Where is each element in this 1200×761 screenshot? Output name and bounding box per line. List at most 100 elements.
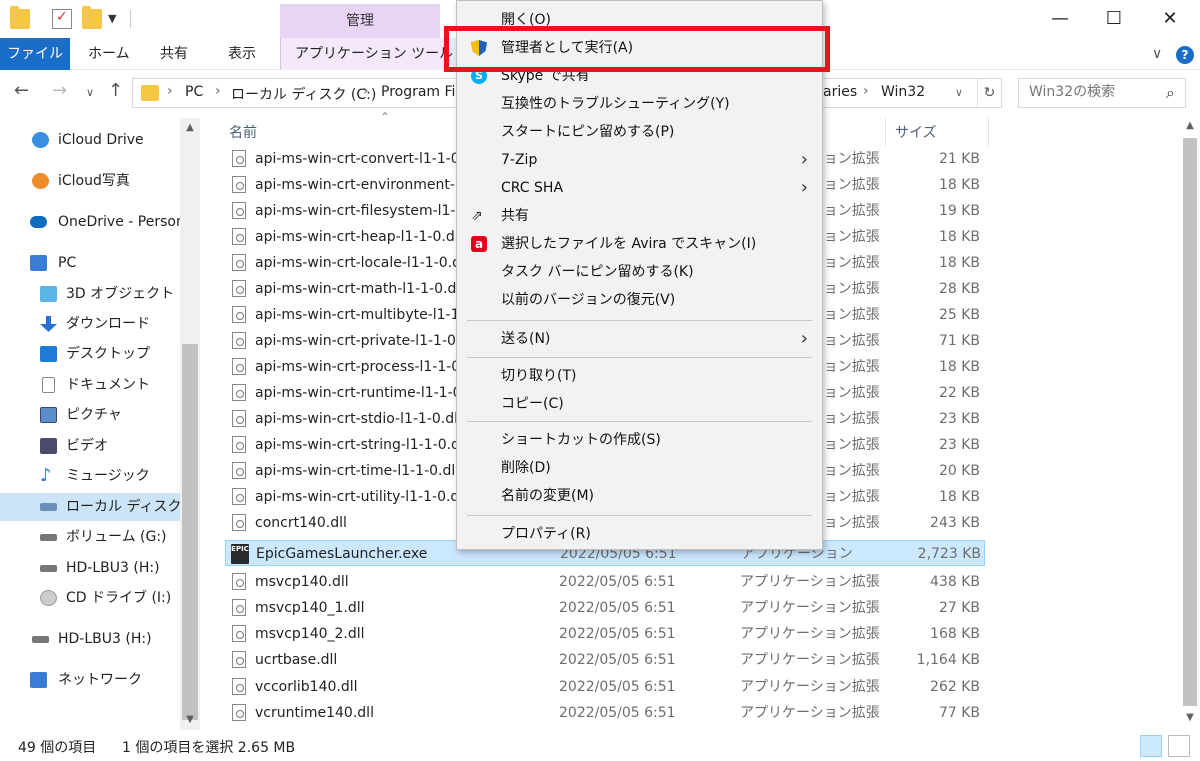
maximize-button[interactable]: ☐ [1086, 0, 1142, 38]
ribbon-collapse-icon[interactable]: ∨ [1152, 46, 1162, 62]
file-size: 2,723 KB [917, 546, 981, 562]
sidebar-item-icloud-photos[interactable]: iCloud写真 [0, 167, 180, 195]
download-icon [40, 316, 57, 332]
chevron-right-icon: › [167, 83, 173, 99]
scroll-up-icon[interactable]: ▲ [1180, 116, 1200, 136]
menu-item[interactable]: スタートにピン留めする(P) [457, 118, 822, 146]
tab-share[interactable]: 共有 [146, 38, 202, 70]
details-view-icon[interactable] [1140, 735, 1162, 757]
dll-file-icon [232, 150, 246, 167]
forward-arrow-icon[interactable]: → [52, 80, 67, 101]
search-box[interactable]: ⌕ [1018, 78, 1186, 108]
menu-item-label: ショートカットの作成(S) [501, 432, 661, 448]
dll-file-icon [232, 358, 246, 375]
recent-locations-icon[interactable]: ∨ [86, 86, 94, 99]
sidebar-item-downloads[interactable]: ダウンロード [0, 310, 180, 338]
file-list-scrollbar[interactable]: ▲ ▼ [1180, 114, 1200, 730]
table-row[interactable]: msvcp140_2.dll 2022/05/05 6:51 アプリケーション拡張 1… [225, 621, 985, 647]
scroll-up-icon[interactable]: ▲ [180, 118, 200, 138]
menu-item[interactable]: プロパティ(R) [457, 520, 822, 548]
table-row[interactable]: msvcp140_1.dll 2022/05/05 6:51 アプリケーション拡張 2… [225, 595, 985, 621]
column-header-name[interactable]: 名前 [229, 122, 257, 142]
sidebar-item-3d-objects[interactable]: 3D オブジェクト [0, 280, 180, 308]
breadcrumb-program-files[interactable]: Program Fi [381, 84, 455, 100]
table-row[interactable]: msvcp140.dll 2022/05/05 6:51 アプリケーション拡張 438… [225, 569, 985, 595]
file-size: 18 KB [938, 177, 980, 193]
sidebar-item-icloud-drive[interactable]: iCloud Drive [0, 126, 180, 154]
sidebar-item-local-disk-c[interactable]: ローカル ディスク (C [0, 493, 180, 521]
manage-tab[interactable]: 管理 [280, 4, 440, 38]
sidebar-item-desktop[interactable]: デスクトップ [0, 340, 180, 368]
menu-item[interactable]: 切り取り(T) [457, 362, 822, 390]
close-button[interactable]: ✕ [1142, 0, 1198, 38]
properties-icon[interactable] [52, 9, 72, 29]
tab-home[interactable]: ホーム [74, 38, 144, 70]
back-arrow-icon[interactable]: ← [14, 80, 29, 101]
menu-item[interactable]: 互換性のトラブルシューティング(Y) [457, 90, 822, 118]
large-icons-view-icon[interactable] [1168, 735, 1190, 757]
quick-access-dropdown-icon[interactable]: ▼ [108, 12, 116, 25]
file-size: 77 KB [938, 705, 980, 721]
menu-item[interactable]: 削除(D) [457, 454, 822, 482]
table-row[interactable]: vcruntime140.dll 2022/05/05 6:51 アプリケーション拡… [225, 700, 985, 726]
scroll-down-icon[interactable]: ▼ [1180, 708, 1200, 728]
table-row[interactable]: ucrtbase.dll 2022/05/05 6:51 アプリケーション拡張 1,1… [225, 647, 985, 673]
menu-item[interactable]: タスク バーにピン留めする(K) [457, 258, 822, 286]
minimize-button[interactable]: — [1032, 0, 1088, 38]
tab-view[interactable]: 表示 [214, 38, 270, 70]
sidebar-item-volume-g[interactable]: ボリューム (G:) [0, 523, 180, 551]
column-header-size[interactable]: サイズ [895, 122, 937, 142]
file-name: api-ms-win-crt-environment-l [255, 177, 459, 193]
file-name: vccorlib140.dll [255, 679, 358, 695]
refresh-icon[interactable]: ↻ [977, 79, 1001, 107]
sidebar-item-music[interactable]: ♪ ミュージック [0, 462, 180, 490]
menu-item[interactable]: a 選択したファイルを Avira でスキャン(I) [457, 230, 822, 258]
table-row[interactable]: vccorlib140.dll 2022/05/05 6:51 アプリケーション拡張… [225, 674, 985, 700]
sidebar-item-pc[interactable]: PC [0, 249, 180, 277]
folder-icon[interactable] [10, 6, 30, 29]
sidebar-item-hd-lbu3-h[interactable]: HD-LBU3 (H:) [0, 554, 180, 582]
help-icon[interactable]: ? [1176, 46, 1194, 64]
sidebar-item-cd-drive-i[interactable]: CD ドライブ (I:) [0, 584, 180, 612]
menu-item[interactable]: コピー(C) [457, 390, 822, 418]
tab-file[interactable]: ファイル [0, 38, 70, 70]
sidebar-item-label: ドキュメント [66, 377, 150, 393]
sidebar-item-label: ビデオ [66, 438, 108, 454]
breadcrumb-pc[interactable]: PC [185, 84, 203, 100]
sidebar-item-hd-lbu3-h-root[interactable]: HD-LBU3 (H:) [0, 625, 180, 653]
up-arrow-icon[interactable]: ↑ [108, 80, 123, 101]
dll-file-icon [232, 678, 246, 695]
sidebar-item-network[interactable]: ネットワーク [0, 666, 180, 694]
share-icon: ⇗ [471, 208, 483, 224]
menu-item[interactable]: 名前の変更(M) [457, 482, 822, 510]
sidebar-item-pictures[interactable]: ピクチャ [0, 401, 180, 429]
file-size: 1,164 KB [916, 652, 980, 668]
menu-item[interactable]: ⇗ 共有 [457, 202, 822, 230]
file-size: 168 KB [930, 626, 980, 642]
breadcrumb-win32[interactable]: Win32 [881, 84, 925, 100]
sidebar-item-documents[interactable]: ドキュメント [0, 371, 180, 399]
sidebar-item-videos[interactable]: ビデオ [0, 432, 180, 460]
menu-item[interactable]: 送る(N) › [457, 325, 822, 353]
file-list-scrollbar-thumb[interactable] [1183, 138, 1197, 706]
search-icon[interactable]: ⌕ [1166, 83, 1175, 103]
new-folder-icon[interactable] [82, 6, 102, 29]
sidebar-scrollbar-thumb[interactable] [182, 344, 198, 720]
file-size: 18 KB [938, 229, 980, 245]
sidebar-item-onedrive[interactable]: OneDrive - Person [0, 208, 180, 236]
menu-item[interactable]: ショートカットの作成(S) [457, 426, 822, 454]
search-input[interactable] [1029, 84, 1159, 100]
chevron-right-icon: › [215, 83, 221, 99]
selection-info: 1 個の項目を選択 2.65 MB [122, 740, 296, 756]
dll-file-icon [232, 704, 246, 721]
folder-icon [141, 85, 159, 101]
tab-application-tools[interactable]: アプリケーション ツール [280, 38, 469, 70]
breadcrumb-local-disk[interactable]: ローカル ディスク (C:) [231, 84, 376, 104]
scroll-down-icon[interactable]: ▼ [180, 710, 200, 730]
menu-item[interactable]: 以前のバージョンの復元(V) [457, 286, 822, 314]
divider [885, 118, 886, 146]
address-dropdown-icon[interactable]: ∨ [955, 86, 963, 99]
menu-item[interactable]: CRC SHA › [457, 174, 822, 202]
menu-item[interactable]: 7-Zip › [457, 146, 822, 174]
breadcrumb-binaries[interactable]: aries [823, 84, 857, 100]
